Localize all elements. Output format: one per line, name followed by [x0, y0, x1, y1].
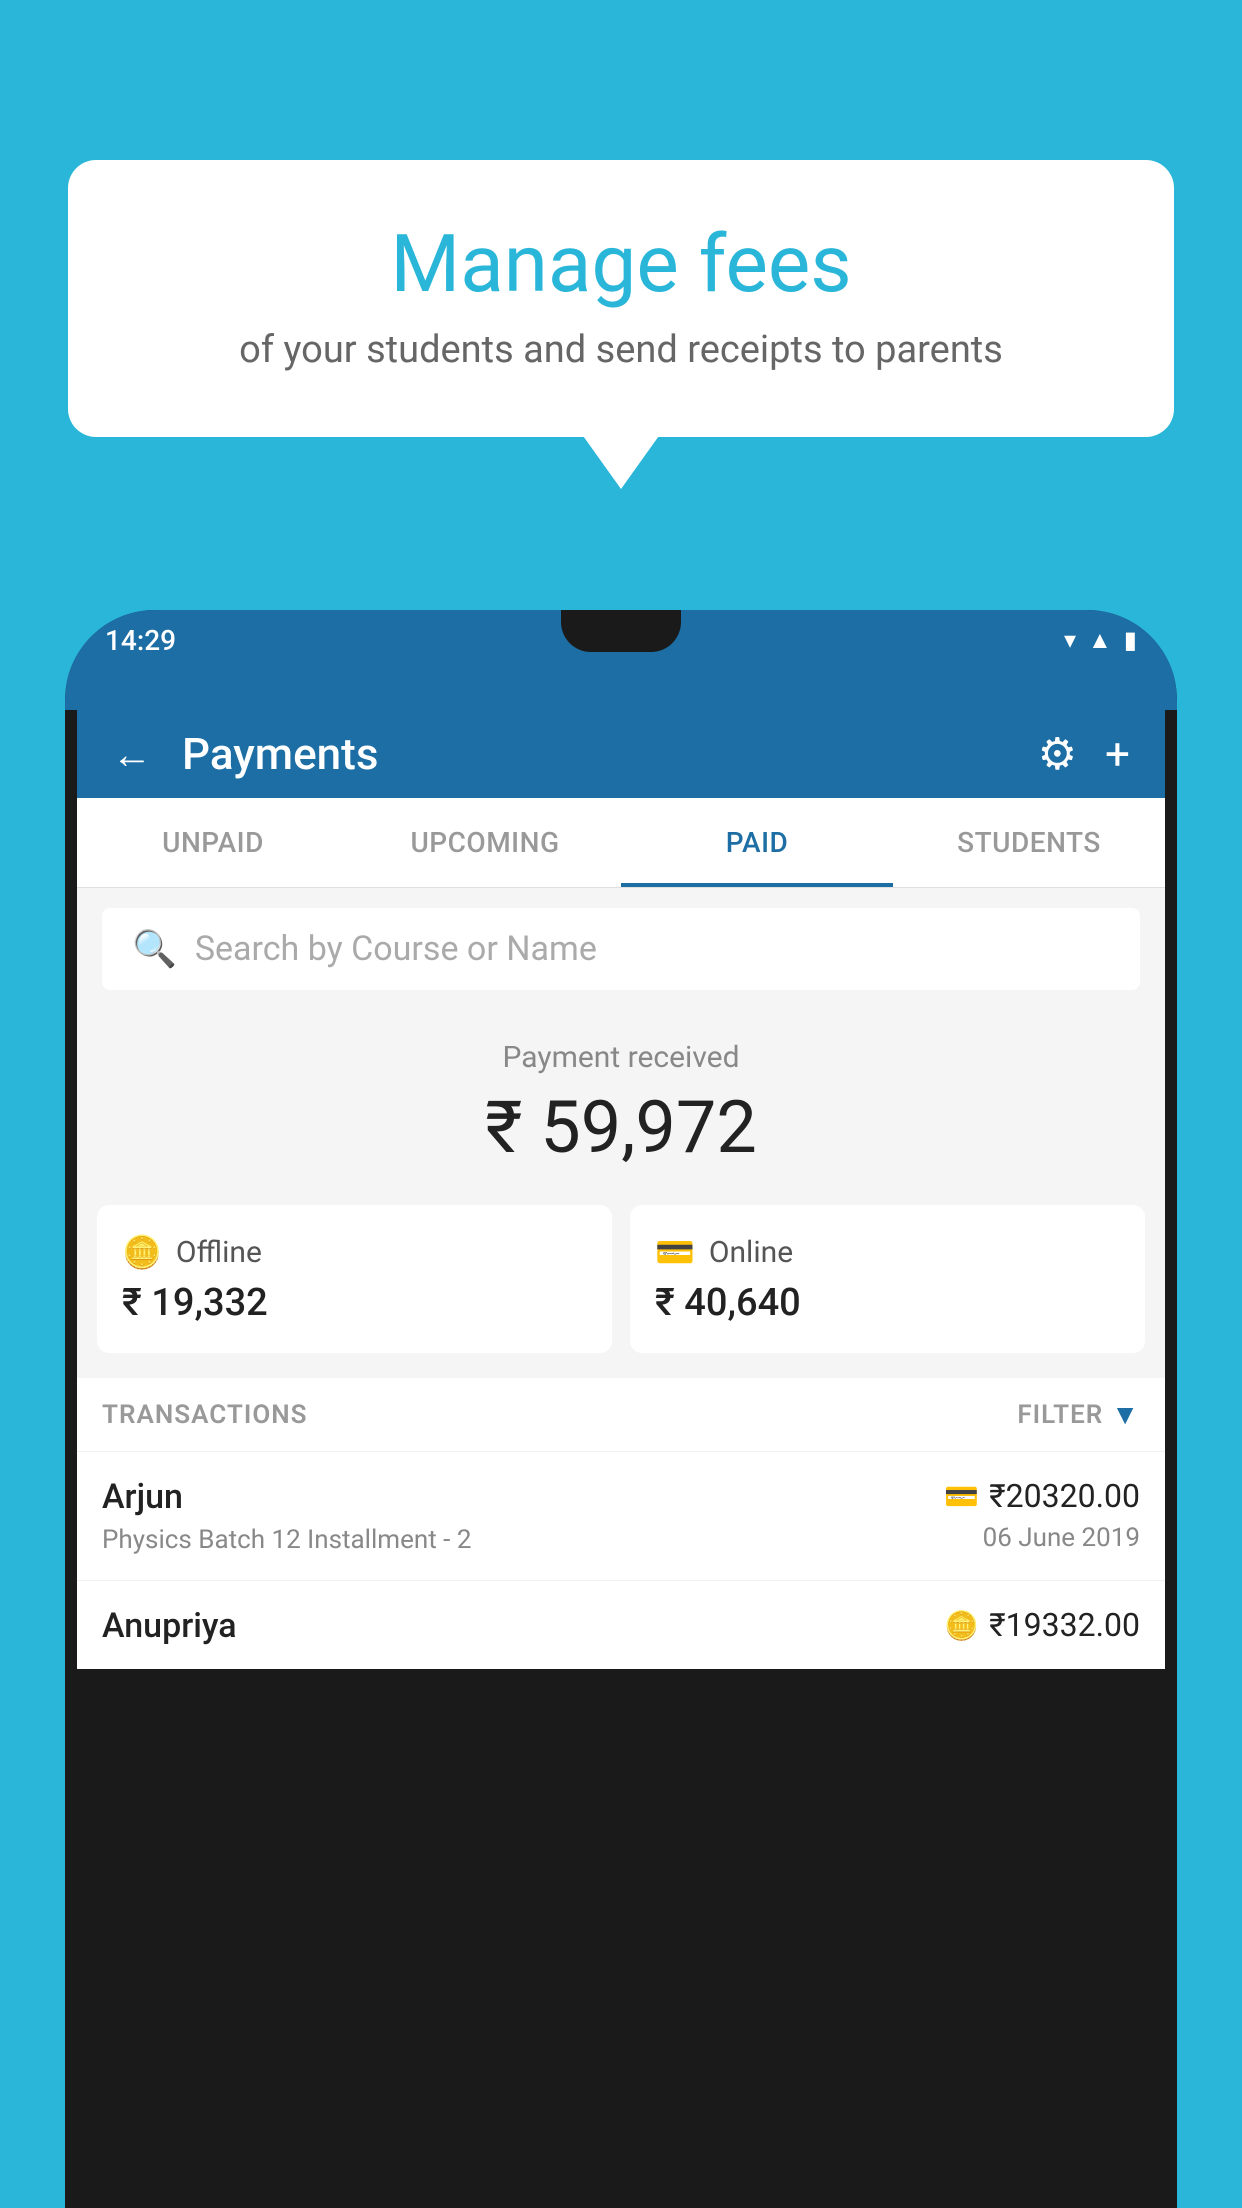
tab-students[interactable]: STUDENTS: [893, 798, 1165, 887]
transaction-amount: ₹20320.00: [989, 1477, 1140, 1515]
page-title: Payments: [182, 728, 1008, 780]
transaction-right: 💳 ₹20320.00 06 June 2019: [944, 1477, 1140, 1553]
payment-amount: ₹ 59,972: [97, 1085, 1145, 1170]
transaction-name: Anupriya: [102, 1606, 944, 1646]
filter-label: FILTER: [1017, 1400, 1103, 1430]
transaction-left: Anupriya: [102, 1606, 944, 1654]
back-button[interactable]: ←: [112, 731, 152, 778]
settings-icon[interactable]: ⚙: [1038, 728, 1077, 780]
filter-icon: ▼: [1111, 1398, 1140, 1431]
transaction-name: Arjun: [102, 1477, 944, 1517]
transaction-amount: ₹19332.00: [989, 1606, 1140, 1644]
transaction-amount-row: 🪙 ₹19332.00: [944, 1606, 1140, 1644]
cash-icon: 🪙: [944, 1609, 979, 1642]
card-icon: 💳: [944, 1480, 979, 1513]
transaction-amount-row: 💳 ₹20320.00: [944, 1477, 1140, 1515]
header-icons: ⚙ +: [1038, 728, 1130, 780]
offline-icon: 🪙: [122, 1233, 162, 1271]
app-header: ← Payments ⚙ +: [77, 710, 1165, 798]
online-amount: ₹ 40,640: [655, 1281, 1120, 1325]
transaction-date: 06 June 2019: [944, 1523, 1140, 1553]
payment-summary: Payment received ₹ 59,972: [77, 1010, 1165, 1205]
search-icon: 🔍: [132, 928, 177, 970]
filter-button[interactable]: FILTER ▼: [1017, 1398, 1140, 1431]
bubble-title: Manage fees: [118, 220, 1124, 308]
online-card-header: 💳 Online: [655, 1233, 1120, 1271]
online-label: Online: [709, 1235, 793, 1270]
search-container: 🔍 Search by Course or Name: [77, 888, 1165, 1010]
transaction-right: 🪙 ₹19332.00: [944, 1606, 1140, 1652]
app-screen: ← Payments ⚙ + UNPAID UPCOMING PAID STUD…: [77, 710, 1165, 1669]
phone-frame: 14:29 ▾ ▲ ▮ ← Payments ⚙ + UNPAID UPCOMI…: [65, 610, 1177, 2208]
online-icon: 💳: [655, 1233, 695, 1271]
signal-icon: ▲: [1088, 626, 1112, 655]
offline-card: 🪙 Offline ₹ 19,332: [97, 1205, 612, 1353]
bubble-subtitle: of your students and send receipts to pa…: [118, 328, 1124, 372]
online-card: 💳 Online ₹ 40,640: [630, 1205, 1145, 1353]
battery-icon: ▮: [1124, 626, 1137, 654]
tabs: UNPAID UPCOMING PAID STUDENTS: [77, 798, 1165, 888]
add-icon[interactable]: +: [1105, 728, 1130, 780]
status-icons: ▾ ▲ ▮: [1064, 626, 1137, 655]
table-row[interactable]: Arjun Physics Batch 12 Installment - 2 💳…: [77, 1451, 1165, 1580]
transaction-detail: Physics Batch 12 Installment - 2: [102, 1525, 944, 1555]
table-row[interactable]: Anupriya 🪙 ₹19332.00: [77, 1580, 1165, 1669]
offline-label: Offline: [176, 1235, 262, 1270]
search-bar[interactable]: 🔍 Search by Course or Name: [102, 908, 1140, 990]
speech-bubble: Manage fees of your students and send re…: [68, 160, 1174, 437]
tab-paid[interactable]: PAID: [621, 798, 893, 887]
phone-notch: [561, 610, 681, 652]
tab-unpaid[interactable]: UNPAID: [77, 798, 349, 887]
transaction-left: Arjun Physics Batch 12 Installment - 2: [102, 1477, 944, 1555]
search-input[interactable]: Search by Course or Name: [195, 929, 597, 969]
tab-upcoming[interactable]: UPCOMING: [349, 798, 621, 887]
status-time: 14:29: [105, 624, 176, 657]
phone-top: 14:29 ▾ ▲ ▮: [65, 610, 1177, 710]
offline-card-header: 🪙 Offline: [122, 1233, 587, 1271]
payment-cards: 🪙 Offline ₹ 19,332 💳 Online ₹ 40,640: [77, 1205, 1165, 1378]
transactions-label: TRANSACTIONS: [102, 1400, 308, 1430]
wifi-icon: ▾: [1064, 626, 1076, 654]
payment-label: Payment received: [97, 1040, 1145, 1075]
offline-amount: ₹ 19,332: [122, 1281, 587, 1325]
transactions-header: TRANSACTIONS FILTER ▼: [77, 1378, 1165, 1451]
